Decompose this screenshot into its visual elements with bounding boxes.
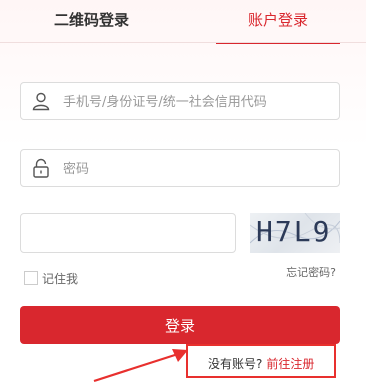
lock-icon (31, 158, 51, 178)
login-tabs: 二维码登录 账户登录 (0, 0, 366, 44)
captcha-input[interactable] (21, 214, 235, 252)
username-input[interactable] (61, 83, 335, 121)
login-button[interactable]: 登录 (20, 306, 340, 344)
username-field (20, 82, 340, 121)
tab-account-login[interactable]: 账户登录 (216, 0, 340, 44)
captcha-image[interactable]: H7L9 (250, 213, 340, 253)
captcha-field (20, 213, 236, 253)
tab-divider (0, 42, 366, 43)
password-field (20, 149, 340, 188)
pointer-arrow-icon (93, 349, 188, 383)
remember-label: 记住我 (42, 272, 79, 286)
register-question: 没有账号? (208, 357, 263, 371)
remember-checkbox[interactable] (24, 271, 38, 285)
captcha-text: H7L9 (256, 215, 332, 248)
user-icon (31, 91, 51, 111)
forgot-password-link[interactable]: 忘记密码? (286, 264, 336, 280)
register-link[interactable]: 前往注册 (266, 357, 314, 371)
password-input[interactable] (61, 150, 335, 188)
register-prompt: 没有账号? 前往注册 (208, 355, 314, 372)
tab-qr-login[interactable]: 二维码登录 (0, 0, 183, 42)
